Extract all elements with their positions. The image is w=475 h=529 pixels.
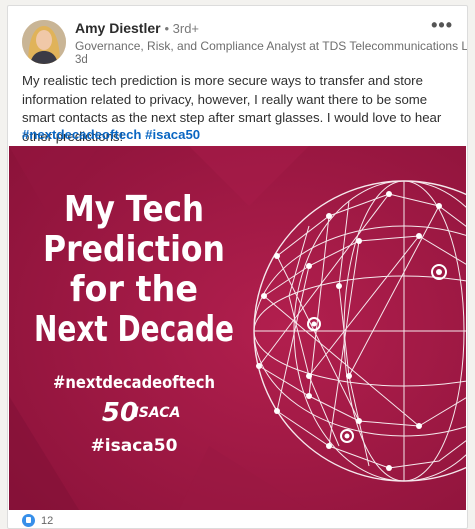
post-image-graphic: My Tech Prediction for the Next Decade #… [9, 146, 466, 510]
post-card: Amy Diestler • 3rd+ Governance, Risk, an… [7, 5, 468, 529]
hashtag-link[interactable]: #nextdecadeoftech [22, 127, 141, 142]
connection-degree: • 3rd+ [164, 21, 200, 36]
post-image[interactable]: My Tech Prediction for the Next Decade #… [9, 146, 466, 510]
social-counts[interactable]: 12 [22, 514, 53, 527]
image-headline-line: for the [70, 269, 198, 310]
author-headline: Governance, Risk, and Compliance Analyst… [75, 39, 468, 53]
image-headline-line: Prediction [43, 229, 225, 270]
like-icon [22, 514, 35, 527]
image-hashtag: #nextdecadeoftech [53, 373, 215, 393]
isaca-logo-text: ISACA [134, 405, 181, 421]
image-headline-line: Next Decade [34, 309, 234, 350]
image-footer-tag: #isaca50 [91, 436, 178, 456]
post-hashtags: #nextdecadeoftech #isaca50 [22, 127, 200, 142]
avatar[interactable] [22, 20, 66, 64]
author-row: Amy Diestler • 3rd+ [75, 20, 199, 36]
image-headline-line: My Tech [64, 189, 204, 230]
hashtag-link[interactable]: #isaca50 [145, 127, 200, 142]
more-options-icon[interactable]: ••• [431, 16, 453, 34]
post-time: 3d [75, 54, 88, 66]
author-name[interactable]: Amy Diestler [75, 20, 161, 36]
reaction-count[interactable]: 12 [41, 515, 53, 527]
